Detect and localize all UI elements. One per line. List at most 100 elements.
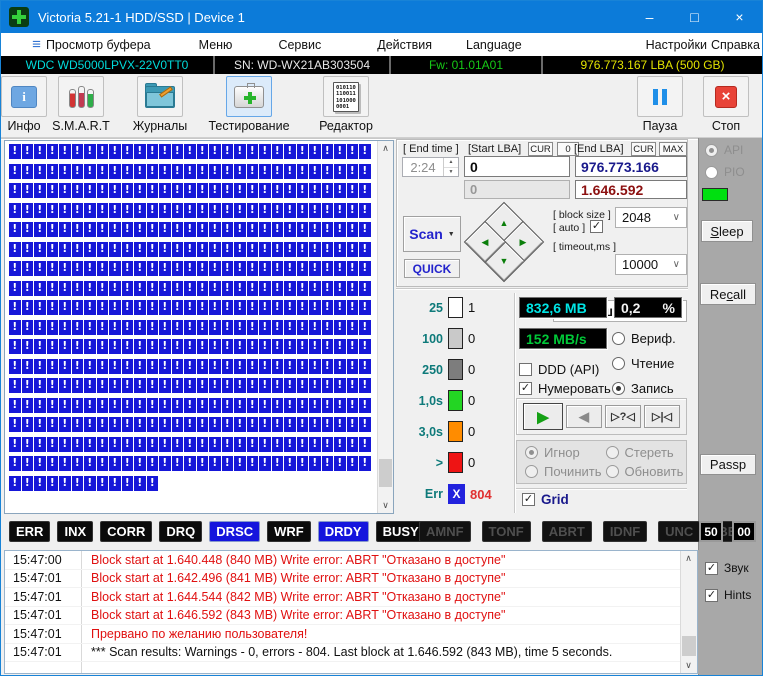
- close-button[interactable]: ×: [717, 1, 762, 33]
- block-cell: !: [197, 300, 209, 315]
- log-row[interactable]: 15:47:01 Block start at 1.646.592 (843 M…: [5, 607, 680, 626]
- journals-icon: [145, 86, 175, 108]
- spinner-arrows[interactable]: ▲▼: [443, 158, 458, 176]
- block-cell: !: [84, 242, 96, 257]
- block-cell: !: [84, 261, 96, 276]
- toolbar-logs-button[interactable]: Журналы: [121, 76, 199, 133]
- spin-down-icon: ▼: [444, 168, 458, 177]
- end-cur-button[interactable]: CUR: [631, 142, 656, 156]
- auto-checkbox[interactable]: ✓: [590, 220, 603, 233]
- speed-legend-row: > 0: [413, 452, 475, 473]
- block-cell: !: [109, 437, 121, 452]
- block-cell: !: [34, 398, 46, 413]
- transport-button[interactable]: ▷?◁: [605, 405, 641, 428]
- device-info-bar: WDC WD5000LPVX-22V0TT0 SN: WD-WX21AB3035…: [1, 56, 762, 74]
- block-cell: !: [159, 300, 171, 315]
- start-lba-input[interactable]: 0: [464, 156, 570, 177]
- maximize-button[interactable]: □: [672, 1, 717, 33]
- menu-item[interactable]: Справка: [709, 38, 762, 52]
- block-cell: !: [234, 378, 246, 393]
- block-cell: !: [172, 359, 184, 374]
- log-row[interactable]: 15:47:01 *** Scan results: Warnings - 0,…: [5, 644, 680, 663]
- toolbar-info-button[interactable]: i Инфо: [1, 76, 47, 133]
- log-row[interactable]: 15:47:01 Block start at 1.642.496 (841 M…: [5, 570, 680, 589]
- buffer-view-button[interactable]: ≡ Просмотр буфера: [32, 37, 150, 52]
- scroll-down-icon[interactable]: ∨: [378, 498, 393, 513]
- transport-button[interactable]: ▶: [523, 403, 563, 430]
- log-row[interactable]: 15:47:00 Block start at 1.640.448 (840 M…: [5, 551, 680, 570]
- block-cell: !: [334, 417, 346, 432]
- hints-checkbox[interactable]: ✓ Hints: [705, 588, 751, 602]
- log-row[interactable]: 15:47:01 Block start at 1.644.544 (842 M…: [5, 588, 680, 607]
- block-cell: !: [22, 378, 34, 393]
- device-capacity: 976.773.167 LBA (500 GB): [543, 56, 762, 74]
- transport-button[interactable]: ▷|◁: [644, 405, 680, 428]
- block-cell: !: [347, 300, 359, 315]
- block-cell: !: [284, 164, 296, 179]
- block-cell: !: [147, 242, 159, 257]
- mode-radio[interactable]: Вериф.: [612, 331, 676, 346]
- grid-checkbox[interactable]: ✓ Grid: [522, 492, 569, 507]
- toolbar-testing-button[interactable]: Тестирование: [213, 76, 285, 133]
- status-lamp-row: ERRINXCORRDRQDRSCWRFDRDYBUSY AMNFTONFABR…: [1, 515, 698, 550]
- block-map-panel: !!!!!!!!!!!!!!!!!!!!!!!!!!!!!!!!!!!!!!!!…: [4, 140, 394, 514]
- quick-button[interactable]: QUICK: [404, 259, 460, 278]
- block-cell: !: [309, 222, 321, 237]
- end-time-spinner[interactable]: 2:24 ▲▼: [402, 157, 459, 177]
- scroll-up-icon[interactable]: ∧: [378, 141, 393, 156]
- log-row[interactable]: 15:47:01 Прервано по желанию пользовател…: [5, 625, 680, 644]
- block-cell: !: [9, 300, 21, 315]
- passp-button[interactable]: Passp: [700, 454, 756, 475]
- block-cell: !: [234, 183, 246, 198]
- block-cell: !: [9, 242, 21, 257]
- block-cell: !: [147, 144, 159, 159]
- end-lba-input[interactable]: 976.773.166: [575, 156, 687, 177]
- block-cell: !: [34, 281, 46, 296]
- block-size-select[interactable]: 2048 ∨: [615, 207, 687, 228]
- stop-button[interactable]: × Стоп: [700, 76, 752, 133]
- block-map-scrollbar[interactable]: ∧ ∨: [377, 141, 393, 513]
- api-radio: API: [705, 143, 743, 157]
- recall-button[interactable]: Recall: [700, 283, 756, 305]
- menu-item[interactable]: Сервис: [276, 38, 323, 52]
- block-cell: !: [122, 378, 134, 393]
- menu-item[interactable]: Меню: [197, 38, 235, 52]
- menu-item[interactable]: Language: [464, 38, 524, 52]
- menu-item[interactable]: Настройки: [644, 38, 709, 52]
- block-cell: !: [34, 144, 46, 159]
- scrollbar-thumb[interactable]: [682, 636, 696, 656]
- scan-dropdown-button[interactable]: Scan ▼: [403, 216, 461, 252]
- block-cell: !: [184, 183, 196, 198]
- scroll-down-icon[interactable]: ∨: [681, 658, 696, 673]
- stop-icon: ×: [715, 86, 737, 108]
- log-scrollbar[interactable]: ∧ ∨: [680, 551, 697, 673]
- minimize-button[interactable]: –: [627, 1, 672, 33]
- block-cell: !: [147, 320, 159, 335]
- mode-radio[interactable]: Чтение: [612, 356, 676, 371]
- menu-item[interactable]: Действия: [375, 38, 434, 52]
- divider: [516, 488, 687, 490]
- start-cur-button[interactable]: CUR: [528, 142, 553, 156]
- chevron-down-icon: ∨: [673, 259, 680, 270]
- sound-checkbox[interactable]: ✓ Звук: [705, 561, 749, 575]
- block-cell: !: [359, 417, 371, 432]
- scrollbar-thumb[interactable]: [379, 459, 392, 487]
- pause-button[interactable]: Пауза: [634, 76, 686, 133]
- scroll-up-icon[interactable]: ∧: [681, 551, 696, 566]
- toolbar-editor-button[interactable]: 010110 110011 101000 0001 Редактор: [299, 76, 393, 133]
- status-lamp: ABRT: [542, 521, 592, 542]
- end-max-button[interactable]: MAX: [659, 142, 687, 156]
- speed-color-box: [448, 452, 463, 473]
- sleep-button[interactable]: Sleep: [701, 220, 753, 242]
- numerate-checkbox[interactable]: ✓ Нумеровать: [519, 381, 611, 396]
- block-cell: !: [284, 222, 296, 237]
- block-cell: !: [9, 359, 21, 374]
- transport-button[interactable]: ◀: [566, 405, 602, 428]
- ddd-api-checkbox[interactable]: DDD (API): [519, 362, 599, 377]
- block-cell: !: [109, 242, 121, 257]
- timeout-select[interactable]: 10000 ∨: [615, 254, 687, 275]
- block-cell: !: [309, 144, 321, 159]
- mode-radio[interactable]: Запись: [612, 381, 676, 396]
- block-cell: !: [259, 339, 271, 354]
- toolbar-smart-button[interactable]: S.M.A.R.T: [55, 76, 107, 133]
